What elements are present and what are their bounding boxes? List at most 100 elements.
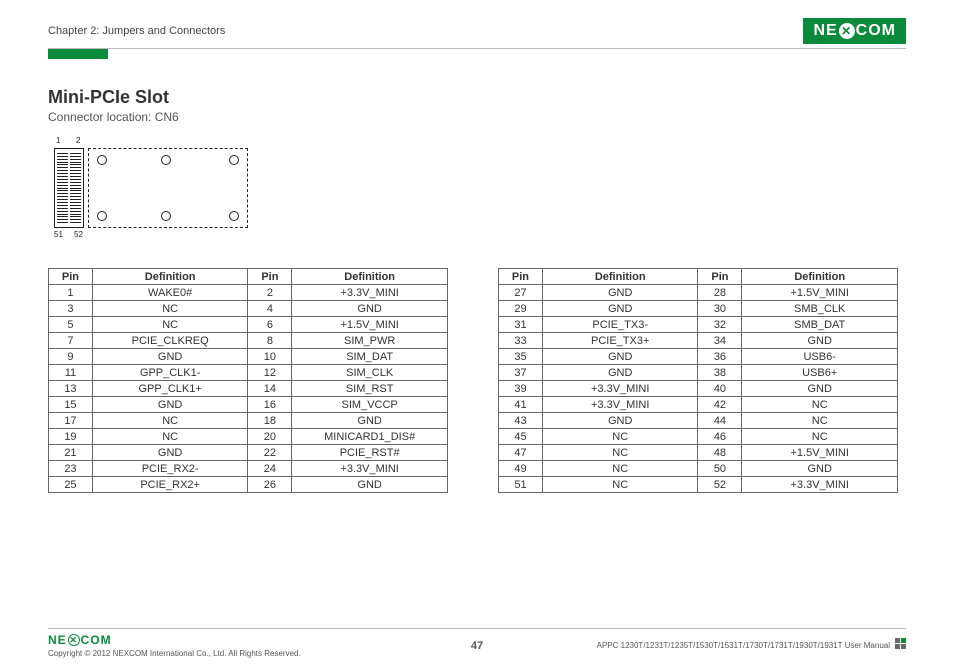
footer-brand-logo: NE✕COM	[48, 633, 301, 647]
definition-cell: GND	[292, 477, 448, 493]
definition-cell: GND	[742, 333, 898, 349]
manual-title: APPC 1230T/1231T/1235T/1530T/1531T/1730T…	[597, 641, 890, 650]
definition-cell: NC	[742, 429, 898, 445]
pin-label-1: 1	[56, 136, 60, 145]
definition-cell: PCIE_TX3-	[542, 317, 698, 333]
pin-cell: 16	[248, 397, 292, 413]
table-row: 35GND36USB6-	[499, 349, 898, 365]
definition-cell: GND	[542, 301, 698, 317]
table-row: 31PCIE_TX3-32SMB_DAT	[499, 317, 898, 333]
pin-cell: 24	[248, 461, 292, 477]
definition-cell: GPP_CLK1+	[92, 381, 248, 397]
logo-x-icon: ✕	[68, 634, 80, 646]
pin-cell: 4	[248, 301, 292, 317]
header-accent-bar	[48, 49, 108, 59]
table-row: 29GND30SMB_CLK	[499, 301, 898, 317]
logo-x-icon: ✕	[839, 23, 855, 39]
definition-cell: GND	[292, 413, 448, 429]
definition-cell: PCIE_RST#	[292, 445, 448, 461]
definition-cell: PCIE_CLKREQ	[92, 333, 248, 349]
definition-cell: NC	[92, 413, 248, 429]
table-row: 17NC18GND	[49, 413, 448, 429]
slot-outline	[88, 148, 248, 228]
pin-cell: 15	[49, 397, 93, 413]
definition-cell: +3.3V_MINI	[742, 477, 898, 493]
table-row: 21GND22PCIE_RST#	[49, 445, 448, 461]
mount-hole-icon	[97, 211, 107, 221]
table-row: 7PCIE_CLKREQ8SIM_PWR	[49, 333, 448, 349]
mount-hole-icon	[161, 155, 171, 165]
section-subtitle: Connector location: CN6	[48, 110, 906, 124]
table-row: 13GPP_CLK1+14SIM_RST	[49, 381, 448, 397]
definition-cell: +3.3V_MINI	[542, 397, 698, 413]
copyright-text: Copyright © 2012 NEXCOM International Co…	[48, 649, 301, 658]
pin-cell: 46	[698, 429, 742, 445]
table-row: 25PCIE_RX2+26GND	[49, 477, 448, 493]
pin-cell: 44	[698, 413, 742, 429]
table-row: 15GND16SIM_VCCP	[49, 397, 448, 413]
pin-cell: 2	[248, 285, 292, 301]
pin-cell: 23	[49, 461, 93, 477]
table-row: 47NC48+1.5V_MINI	[499, 445, 898, 461]
pin-cell: 6	[248, 317, 292, 333]
table-row: 9GND10SIM_DAT	[49, 349, 448, 365]
pin-cell: 22	[248, 445, 292, 461]
definition-cell: SIM_RST	[292, 381, 448, 397]
connector-diagram: 1 2 51 52	[48, 140, 248, 240]
th-def: Definition	[92, 269, 248, 285]
pin-label-2: 2	[76, 136, 80, 145]
mount-hole-icon	[97, 155, 107, 165]
definition-cell: SIM_PWR	[292, 333, 448, 349]
definition-cell: PCIE_RX2-	[92, 461, 248, 477]
table-row: 41+3.3V_MINI42NC	[499, 397, 898, 413]
th-pin: Pin	[49, 269, 93, 285]
th-pin: Pin	[248, 269, 292, 285]
definition-cell: GND	[542, 365, 698, 381]
pinout-table-left: Pin Definition Pin Definition 1WAKE0#2+3…	[48, 268, 448, 493]
pin-cell: 9	[49, 349, 93, 365]
pin-cell: 12	[248, 365, 292, 381]
table-row: 1WAKE0#2+3.3V_MINI	[49, 285, 448, 301]
section-title: Mini-PCIe Slot	[48, 87, 906, 108]
pin-cell: 52	[698, 477, 742, 493]
definition-cell: MINICARD1_DIS#	[292, 429, 448, 445]
pin-cell: 30	[698, 301, 742, 317]
pin-cell: 10	[248, 349, 292, 365]
pin-cell: 41	[499, 397, 543, 413]
pin-cell: 20	[248, 429, 292, 445]
pin-cell: 50	[698, 461, 742, 477]
pin-cell: 27	[499, 285, 543, 301]
pin-cell: 49	[499, 461, 543, 477]
table-row: 33PCIE_TX3+34GND	[499, 333, 898, 349]
th-def: Definition	[292, 269, 448, 285]
page-footer: NE✕COM Copyright © 2012 NEXCOM Internati…	[48, 628, 906, 658]
definition-cell: GND	[742, 381, 898, 397]
definition-cell: SIM_CLK	[292, 365, 448, 381]
definition-cell: GND	[92, 397, 248, 413]
pin-cell: 28	[698, 285, 742, 301]
footer-squares-icon	[895, 638, 906, 649]
definition-cell: GND	[292, 301, 448, 317]
table-row: 51NC52+3.3V_MINI	[499, 477, 898, 493]
pin-cell: 8	[248, 333, 292, 349]
pin-cell: 45	[499, 429, 543, 445]
table-row: 19NC20MINICARD1_DIS#	[49, 429, 448, 445]
definition-cell: +1.5V_MINI	[742, 285, 898, 301]
definition-cell: NC	[92, 429, 248, 445]
pin-cell: 29	[499, 301, 543, 317]
pin-cell: 21	[49, 445, 93, 461]
definition-cell: NC	[742, 397, 898, 413]
table-row: 27GND28+1.5V_MINI	[499, 285, 898, 301]
definition-cell: NC	[542, 429, 698, 445]
pin-cell: 18	[248, 413, 292, 429]
definition-cell: GND	[542, 349, 698, 365]
definition-cell: GND	[542, 413, 698, 429]
definition-cell: SMB_CLK	[742, 301, 898, 317]
pinout-table-right: Pin Definition Pin Definition 27GND28+1.…	[498, 268, 898, 493]
pin-cell: 51	[499, 477, 543, 493]
definition-cell: SIM_VCCP	[292, 397, 448, 413]
pin-cell: 38	[698, 365, 742, 381]
th-def: Definition	[542, 269, 698, 285]
definition-cell: +3.3V_MINI	[542, 381, 698, 397]
th-def: Definition	[742, 269, 898, 285]
